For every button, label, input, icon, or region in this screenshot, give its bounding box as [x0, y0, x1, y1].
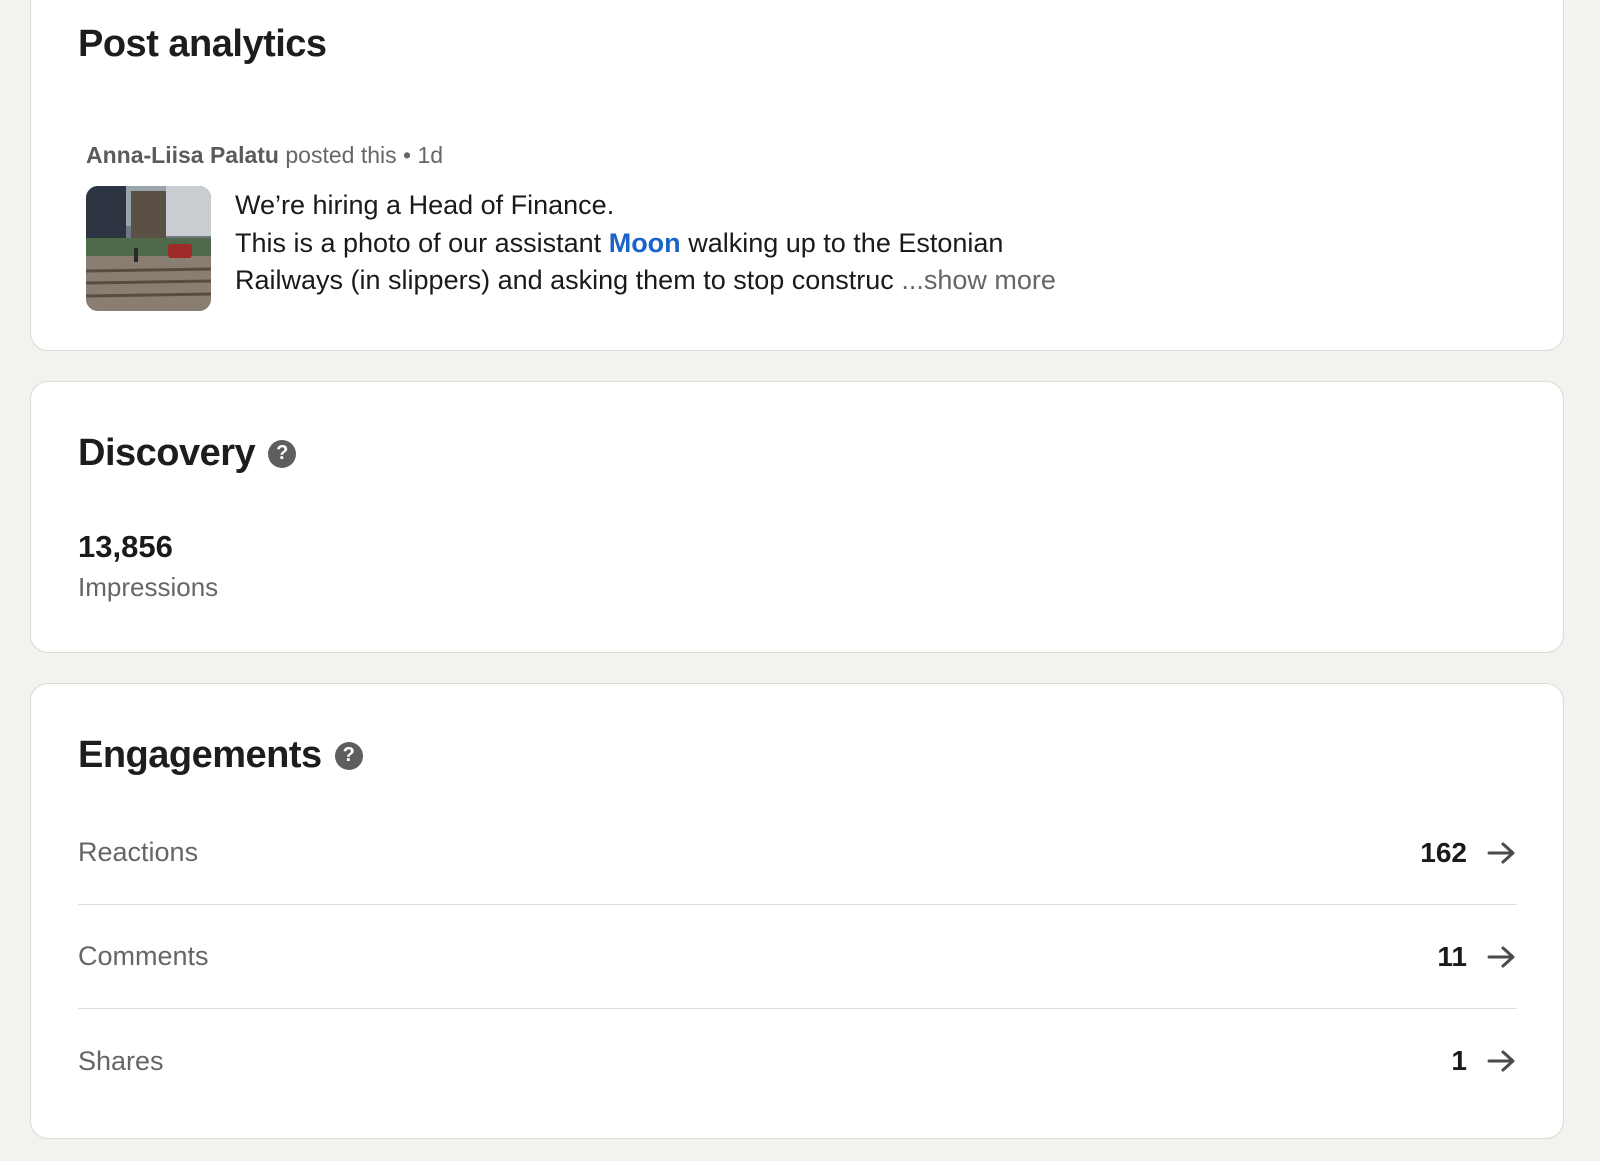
engagement-value-group: 162	[1420, 837, 1517, 869]
arrow-right-icon[interactable]	[1487, 1049, 1517, 1073]
engagement-row-comments[interactable]: Comments 11	[78, 905, 1517, 1009]
post-text-line: This is a photo of our assistant Moon wa…	[235, 225, 1335, 263]
post-text-line: Railways (in slippers) and asking them t…	[235, 262, 1335, 300]
post-text-segment: This is a photo of our assistant	[235, 227, 602, 258]
engagement-value: 162	[1420, 836, 1467, 868]
engagement-value-group: 1	[1451, 1045, 1517, 1077]
engagement-label: Comments	[78, 941, 209, 971]
engagement-value: 11	[1437, 940, 1467, 972]
page-title: Post analytics	[78, 23, 327, 65]
meta-separator: •	[403, 142, 412, 168]
discovery-title: Discovery	[78, 432, 256, 474]
show-more-link[interactable]: ...show more	[901, 265, 1056, 295]
post-analytics-card: Post analytics Anna-Liisa Palatu posted …	[30, 0, 1564, 351]
impressions-label: Impressions	[78, 572, 219, 602]
engagement-label: Shares	[78, 1045, 164, 1076]
impressions-value: 13,856	[78, 529, 173, 564]
post-text-line: We’re hiring a Head of Finance.	[235, 190, 615, 220]
post-age: 1d	[417, 142, 444, 168]
discovery-card: Discovery ? 13,856 Impressions	[30, 381, 1564, 653]
help-icon[interactable]: ?	[268, 439, 297, 468]
engagement-value: 1	[1451, 1045, 1467, 1076]
post-text-segment: Railways (in slippers) and asking them t…	[235, 265, 894, 295]
post-meta: Anna-Liisa Palatu posted this • 1d	[86, 142, 443, 169]
engagement-row-reactions[interactable]: Reactions 162	[78, 801, 1517, 905]
engagement-label: Reactions	[78, 837, 199, 867]
post-thumbnail-image[interactable]	[86, 186, 211, 311]
mention-link[interactable]: Moon	[609, 228, 681, 258]
posted-text: posted this	[285, 142, 397, 168]
post-text-segment: walking up to the Estonian	[688, 227, 1004, 258]
engagements-list: Reactions 162 Comments 11 Shares 1	[78, 801, 1517, 1113]
post-excerpt: We’re hiring a Head of Finance. This is …	[235, 187, 1335, 300]
arrow-right-icon[interactable]	[1487, 945, 1517, 969]
engagements-card: Engagements ? Reactions 162 Comments 11 …	[30, 683, 1564, 1139]
arrow-right-icon[interactable]	[1487, 841, 1517, 865]
engagement-value-group: 11	[1437, 941, 1517, 973]
help-icon[interactable]: ?	[334, 741, 363, 770]
engagement-row-shares[interactable]: Shares 1	[78, 1009, 1517, 1113]
engagements-header: Engagements ?	[78, 734, 363, 777]
discovery-header: Discovery ?	[78, 432, 297, 475]
post-author[interactable]: Anna-Liisa Palatu	[86, 142, 279, 168]
engagements-title: Engagements	[78, 734, 322, 776]
